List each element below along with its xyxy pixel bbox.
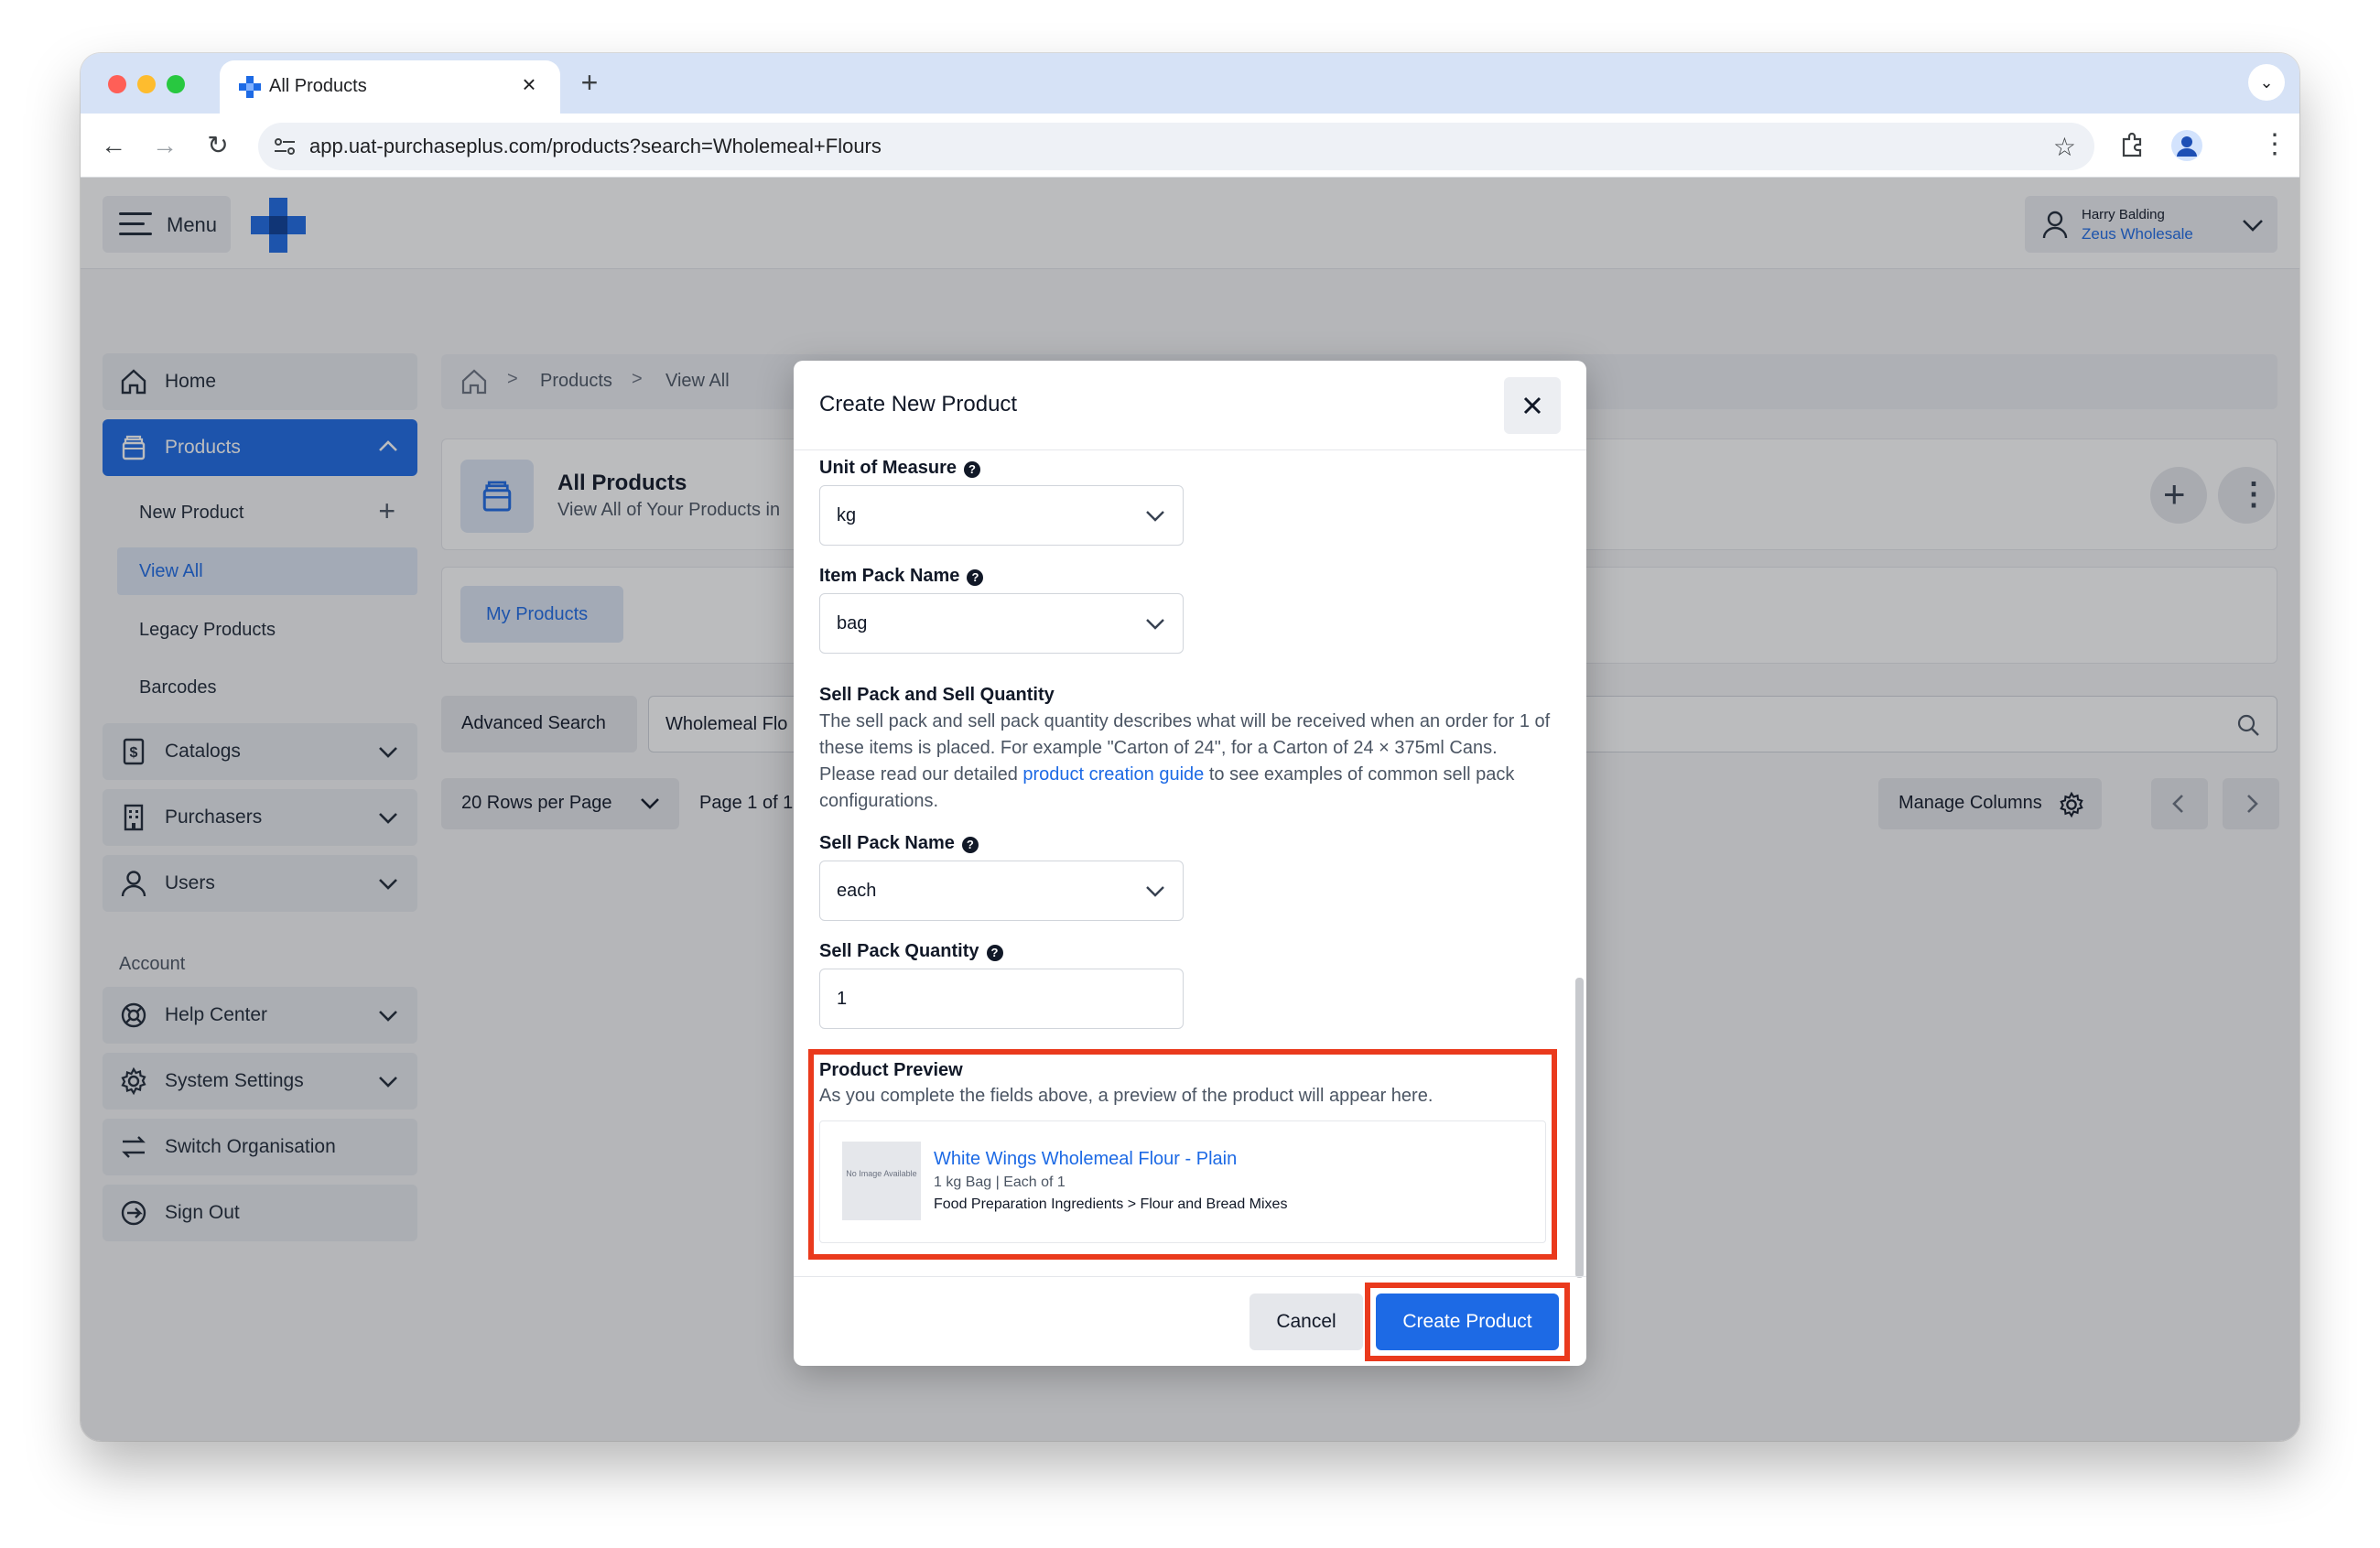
maximize-window-button[interactable]: [167, 75, 185, 93]
tab-search-button[interactable]: ⌄: [2248, 64, 2285, 101]
browser-tab[interactable]: All Products ×: [220, 60, 560, 114]
cancel-button[interactable]: Cancel: [1250, 1294, 1363, 1350]
field-label: Unit of Measure: [819, 458, 957, 478]
create-product-button[interactable]: Create Product: [1376, 1294, 1559, 1350]
close-tab-icon[interactable]: ×: [514, 70, 544, 99]
create-product-modal: Create New Product Unit of Measure? kg I…: [794, 361, 1586, 1366]
no-image-text: No Image Available: [846, 1169, 917, 1178]
select-value: kg: [837, 505, 857, 525]
tab-title: All Products: [269, 76, 367, 96]
close-window-button[interactable]: [108, 75, 126, 93]
item-pack-name-select[interactable]: bag: [819, 593, 1184, 654]
field-label: Item Pack Name: [819, 566, 960, 586]
modal-title: Create New Product: [819, 392, 1018, 417]
profile-icon: [2177, 136, 2197, 157]
new-tab-button[interactable]: +: [571, 64, 608, 101]
site-info-icon[interactable]: [273, 135, 297, 157]
field-label: Sell Pack Name: [819, 833, 955, 853]
modal-scrollbar[interactable]: [1575, 978, 1584, 1278]
bookmark-star-icon[interactable]: ☆: [2053, 132, 2076, 162]
close-icon: [1523, 396, 1542, 415]
select-value: bag: [837, 613, 868, 633]
modal-header: Create New Product: [794, 361, 1586, 450]
sell-pack-heading: Sell Pack and Sell Quantity: [819, 685, 1055, 705]
extensions-icon[interactable]: [2118, 132, 2146, 159]
preview-description: As you complete the fields above, a prev…: [819, 1086, 1433, 1106]
preview-product-name[interactable]: White Wings Wholemeal Flour - Plain: [934, 1149, 1237, 1170]
sell-pack-name-label: Sell Pack Name?: [819, 833, 979, 854]
address-bar[interactable]: app.uat-purchaseplus.com/products?search…: [258, 123, 2094, 170]
input-value: 1: [837, 989, 848, 1009]
browser-toolbar: ← → ↻ app.uat-purchaseplus.com/products?…: [81, 114, 2299, 178]
preview-heading: Product Preview: [819, 1060, 963, 1080]
product-creation-guide-link[interactable]: product creation guide: [1022, 764, 1204, 785]
reload-button[interactable]: ↻: [200, 127, 236, 164]
tab-strip: All Products × + ⌄: [81, 53, 2299, 114]
help-icon[interactable]: ?: [964, 460, 981, 478]
product-image-placeholder: No Image Available: [842, 1142, 921, 1220]
preview-pack-info: 1 kg Bag | Each of 1: [934, 1175, 1066, 1190]
forward-button[interactable]: →: [146, 127, 183, 164]
app-area: Menu Harry Balding Zeus Wholesale Home P…: [81, 178, 2299, 1441]
browser-window: All Products × + ⌄ ← → ↻ app.uat-purchas…: [81, 53, 2299, 1441]
select-value: each: [837, 881, 877, 901]
preview-category: Food Preparation Ingredients > Flour and…: [934, 1196, 1288, 1212]
close-modal-button[interactable]: [1504, 377, 1561, 434]
sell-pack-description: The sell pack and sell pack quantity des…: [819, 709, 1552, 815]
help-icon[interactable]: ?: [967, 568, 984, 586]
help-icon[interactable]: ?: [961, 836, 979, 853]
field-label: Sell Pack Quantity: [819, 941, 979, 961]
help-icon[interactable]: ?: [986, 944, 1003, 961]
back-button[interactable]: ←: [95, 127, 132, 164]
unit-of-measure-select[interactable]: kg: [819, 485, 1184, 546]
sell-pack-name-select[interactable]: each: [819, 861, 1184, 921]
chevron-down-icon: [1146, 511, 1164, 522]
sell-pack-quantity-label: Sell Pack Quantity?: [819, 941, 1003, 962]
profile-avatar[interactable]: [2171, 130, 2202, 161]
favicon-icon: [239, 76, 261, 98]
preview-product-card[interactable]: No Image Available White Wings Wholemeal…: [819, 1120, 1546, 1243]
unit-of-measure-label: Unit of Measure?: [819, 458, 981, 479]
chevron-down-icon: [1146, 619, 1164, 630]
chevron-down-icon: [1146, 886, 1164, 897]
minimize-window-button[interactable]: [137, 75, 156, 93]
sell-pack-quantity-input[interactable]: 1: [819, 969, 1184, 1029]
url-text: app.uat-purchaseplus.com/products?search…: [309, 135, 882, 157]
modal-footer: Cancel Create Product: [794, 1276, 1586, 1366]
item-pack-name-label: Item Pack Name?: [819, 566, 984, 587]
browser-menu-icon[interactable]: ⋮: [2261, 128, 2288, 161]
